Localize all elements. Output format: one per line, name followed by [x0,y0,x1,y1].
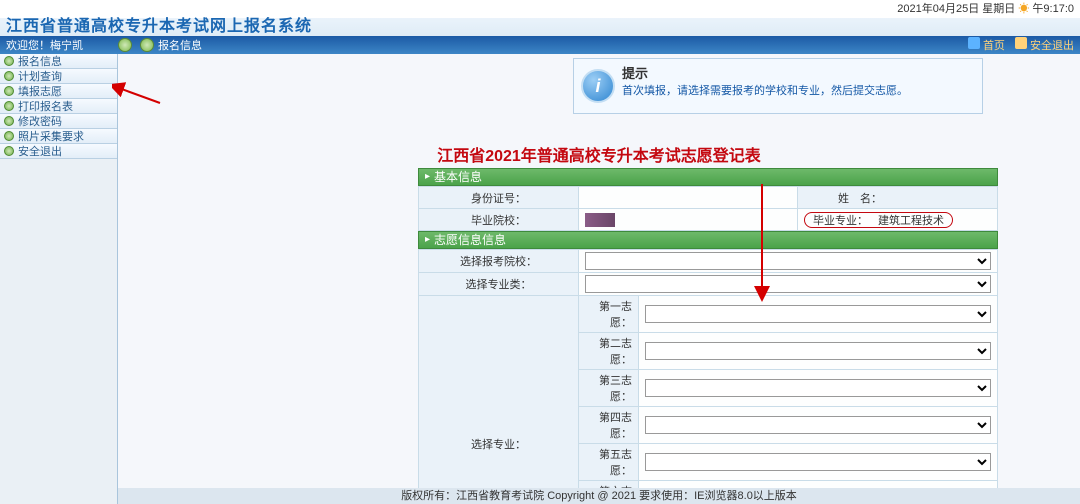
logout-icon [1015,37,1027,49]
dot-icon [4,131,14,141]
time-text: 午9:17:0 [1032,3,1074,15]
label-name: 姓 名： [798,187,998,209]
choice-2-label: 第二志愿： [579,333,639,370]
tab-dot-icon [140,38,154,52]
value-grad-school [579,209,798,231]
info-icon: i [581,69,615,103]
value-id [579,187,798,209]
cell-target-school [579,250,998,273]
date-text: 2021年04月25日 [897,3,979,15]
collapse-icon[interactable] [118,38,132,52]
dot-icon [4,86,14,96]
cell-major-class [579,273,998,296]
school-thumb [585,213,615,227]
weekday-text: 星期日 [982,3,1015,15]
sun-icon: ☀ [1018,3,1029,15]
dot-icon [4,71,14,81]
label-target-school: 选择报考院校： [419,250,579,273]
section-wish-head: 志愿信息信息 [418,231,998,249]
label-id: 身份证号： [419,187,579,209]
label-grad-school: 毕业院校： [419,209,579,231]
select-major-class[interactable] [585,275,991,293]
sidebar-item-plan-query[interactable]: 计划查询 [0,69,117,84]
select-target-school[interactable] [585,252,991,270]
form-title: 江西省2021年普通高校专升本考试志愿登记表 [118,142,1080,166]
page-title: 江西省普通高校专升本考试网上报名系统 [0,18,1080,36]
select-choice-3[interactable] [645,379,991,397]
dot-icon [4,146,14,156]
top-date-bar: 2021年04月25日 星期日 ☀ 午9:17:0 [0,0,1080,18]
sidebar-item-fill-wish[interactable]: 填报志愿 [0,84,117,99]
basic-table: 身份证号： 姓 名： 毕业院校： 毕业专业： 建筑工程技术 [418,186,998,231]
title-band: 江西省普通高校专升本考试网上报名系统 [0,18,1080,36]
dot-icon [4,116,14,126]
sidebar-item-change-pwd[interactable]: 修改密码 [0,114,117,129]
welcome-user: 欢迎您！梅宁凯 [6,37,83,53]
cell-grad-major: 毕业专业： 建筑工程技术 [798,209,998,231]
welcome-bar: 欢迎您！梅宁凯 报名信息 首页 安全退出 [0,36,1080,54]
home-link[interactable]: 首页 [968,37,1005,53]
select-choice-1[interactable] [645,305,991,323]
choice-1-label: 第一志愿： [579,296,639,333]
tab-label: 报名信息 [158,37,202,53]
dot-icon [4,101,14,111]
sidebar-item-print-form[interactable]: 打印报名表 [0,99,117,114]
label-major-class: 选择专业类： [419,273,579,296]
tip-body: 首次填报，请选择需要报考的学校和专业，然后提交志愿。 [622,84,974,99]
sidebar-item-photo-req[interactable]: 照片采集要求 [0,129,117,144]
tab-signup-info[interactable]: 报名信息 [132,37,210,53]
choice-3-label: 第三志愿： [579,370,639,407]
form-panel: 基本信息 身份证号： 姓 名： 毕业院校： 毕业专业： 建筑工程技术 [418,168,998,504]
select-choice-4[interactable] [645,416,991,434]
dot-icon [4,56,14,66]
tip-box: i 提示 首次填报，请选择需要报考的学校和专业，然后提交志愿。 [573,58,983,114]
footer-text: 版权所有：江西省教育考试院 Copyright @ 2021 要求使用：IE浏览… [118,488,1080,504]
home-icon [968,37,980,49]
choice-4-label: 第四志愿： [579,407,639,444]
label-major-pick: 选择专业： [419,296,579,504]
choice-5-label: 第五志愿： [579,444,639,481]
select-choice-2[interactable] [645,342,991,360]
grad-major-pill: 毕业专业： 建筑工程技术 [804,212,953,228]
logout-link[interactable]: 安全退出 [1015,37,1074,53]
sidebar: 报名信息 计划查询 填报志愿 打印报名表 修改密码 照片采集要求 安全退出 [0,54,118,504]
wish-table: 选择报考院校： 选择专业类： 选择专业： 第一志愿： 第二志愿： 第三志愿： 第… [418,249,998,504]
section-basic-head: 基本信息 [418,168,998,186]
tip-title: 提示 [622,63,974,82]
sidebar-item-signup-info[interactable]: 报名信息 [0,54,117,69]
select-choice-5[interactable] [645,453,991,471]
content-area: i 提示 首次填报，请选择需要报考的学校和专业，然后提交志愿。 江西省2021年… [118,54,1080,504]
sidebar-item-logout[interactable]: 安全退出 [0,144,117,159]
